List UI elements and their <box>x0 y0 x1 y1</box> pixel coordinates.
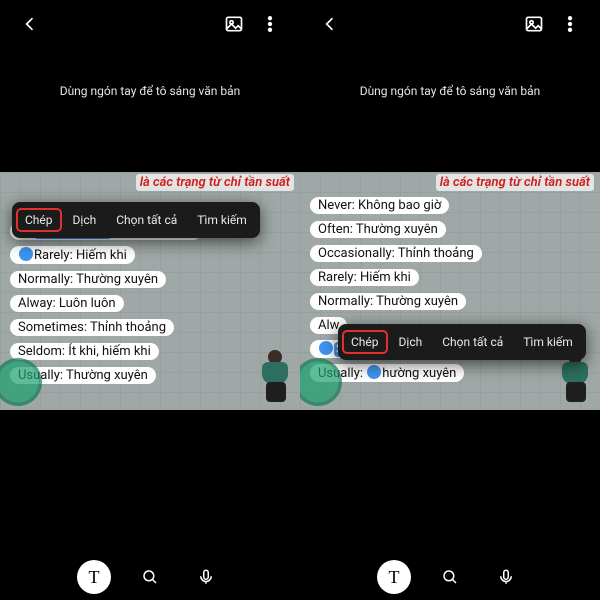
ctx-translate[interactable]: Dịch <box>64 208 106 232</box>
top-bar <box>0 0 300 48</box>
mic-icon <box>197 568 215 586</box>
photo-area: là các trạng từ chỉ tần suất Occasionall… <box>0 172 300 410</box>
ocr-line[interactable]: Occasionally: Thỉnh thoảng <box>310 245 482 262</box>
bottom-bar: T <box>0 560 300 594</box>
text-mode-icon: T <box>389 567 400 588</box>
context-menu: Chép Dịch Chọn tất cả Tìm kiếm <box>12 202 260 238</box>
person-decoration <box>258 350 298 404</box>
photo-area: là các trạng từ chỉ tần suất Never: Khôn… <box>300 172 600 410</box>
instruction-text: Dùng ngón tay để tô sáng văn bản <box>0 48 300 128</box>
more-vertical-icon <box>560 14 580 34</box>
selection-handle-icon[interactable] <box>319 341 333 355</box>
ocr-line[interactable]: Seldom: Ít khi, hiếm khi <box>10 343 159 360</box>
back-button[interactable] <box>12 6 48 42</box>
ocr-line[interactable]: Normally: Thường xuyên <box>310 293 466 310</box>
ctx-select-all[interactable]: Chọn tất cả <box>107 208 186 232</box>
chevron-left-icon <box>320 14 340 34</box>
screen-left: Dùng ngón tay để tô sáng văn bản là các … <box>0 0 300 600</box>
caption-red: là các trạng từ chỉ tần suất <box>436 174 594 191</box>
search-mode-button[interactable] <box>133 560 167 594</box>
selection-handle-icon[interactable] <box>19 247 33 261</box>
selection-handle-icon[interactable] <box>367 365 381 379</box>
chevron-left-icon <box>20 14 40 34</box>
instruction-text: Dùng ngón tay để tô sáng văn bản <box>300 48 600 128</box>
more-vertical-icon <box>260 14 280 34</box>
ctx-select-all[interactable]: Chọn tất cả <box>433 330 512 354</box>
screen-right: Dùng ngón tay để tô sáng văn bản là các … <box>300 0 600 600</box>
more-button[interactable] <box>552 6 588 42</box>
mic-icon <box>497 568 515 586</box>
ocr-line[interactable]: Alway: Luôn luôn <box>10 295 124 312</box>
gallery-button[interactable] <box>216 6 252 42</box>
ocr-line[interactable]: Rarely: Hiếm khi <box>10 246 135 264</box>
top-bar <box>300 0 600 48</box>
back-button[interactable] <box>312 6 348 42</box>
ctx-translate[interactable]: Dịch <box>390 330 432 354</box>
ocr-line[interactable]: Sometimes: Thỉnh thoảng <box>10 319 174 336</box>
ctx-search[interactable]: Tìm kiếm <box>514 330 582 354</box>
text-mode-button[interactable]: T <box>77 560 111 594</box>
more-button[interactable] <box>252 6 288 42</box>
bottom-bar: T <box>300 560 600 594</box>
search-icon <box>141 568 159 586</box>
ocr-line[interactable]: Never: Không bao giờ <box>310 197 449 214</box>
text-mode-button[interactable]: T <box>377 560 411 594</box>
search-mode-button[interactable] <box>433 560 467 594</box>
text-lines-left[interactable]: Occasionally: Thỉnh thoảngRarely: Hiếm k… <box>10 220 202 388</box>
caption-red: là các trạng từ chỉ tần suất <box>136 174 294 191</box>
mic-mode-button[interactable] <box>489 560 523 594</box>
text-mode-icon: T <box>89 567 100 588</box>
ocr-line[interactable]: Normally: Thường xuyên <box>10 271 166 288</box>
search-icon <box>441 568 459 586</box>
gallery-button[interactable] <box>516 6 552 42</box>
ctx-copy[interactable]: Chép <box>342 330 388 354</box>
ctx-search[interactable]: Tìm kiếm <box>188 208 256 232</box>
image-icon <box>524 14 544 34</box>
image-icon <box>224 14 244 34</box>
ocr-line[interactable]: Rarely: Hiếm khi <box>310 269 419 286</box>
context-menu: Chép Dịch Chọn tất cả Tìm kiếm <box>338 324 586 360</box>
mic-mode-button[interactable] <box>189 560 223 594</box>
ocr-line[interactable]: Often: Thường xuyên <box>310 221 446 238</box>
ctx-copy[interactable]: Chép <box>16 208 62 232</box>
